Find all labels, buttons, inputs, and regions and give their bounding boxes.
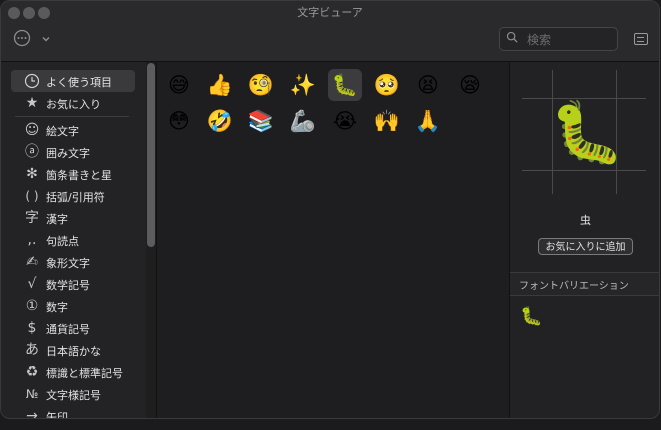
emoji-cell[interactable]: 😅 [162,69,196,101]
emoji-cell[interactable]: 😫 [411,69,445,101]
character-viewer-window: 文字ビューア 検索 よく使う項目 ★ お気に入り ☺ 絵文字 ⓐ 囲み文字 ✻ … [0,0,660,419]
search-icon [506,31,518,43]
sidebar-item-label: よく使う項目 [46,76,112,89]
ellipsis-circle-icon [13,29,31,47]
sidebar-item-enclosed[interactable]: ⓐ 囲み文字 [11,141,135,163]
sidebar-item-bullets-stars[interactable]: ✻ 箇条書きと星 [11,163,135,185]
sidebar-item-digits[interactable]: ① 数字 [11,295,135,317]
sidebar-item-label: 句読点 [46,235,79,248]
sidebar-item-label: お気に入り [46,98,101,111]
category-sidebar: よく使う項目 ★ お気に入り ☺ 絵文字 ⓐ 囲み文字 ✻ 箇条書きと星 ( )… [1,62,146,419]
font-variations-header: フォントバリエーション [510,272,659,296]
sidebar-item-brackets[interactable]: ( ) 括弧/引用符 [11,185,135,207]
emoji-cell[interactable]: 🙌 [370,105,404,137]
sidebar-item-label: 象形文字 [46,257,90,270]
font-variations-label: フォントバリエーション [519,281,629,292]
emoji-grid: 😅 👍 🧐 ✨ 🐛 🥺 😫 😪 😳 🤣 📚 🦾 😭 🙌 🙏 [157,62,509,418]
sidebar-item-favorites[interactable]: ★ お気に入り [11,92,135,114]
keyboard-viewer-icon[interactable] [634,33,648,45]
character-name: 虫 [580,214,591,227]
sidebar-item-japanese-kana[interactable]: あ 日本語かな [11,339,135,361]
sidebar-item-label: 日本語かな [46,345,101,358]
emoji-cell[interactable]: 👍 [203,69,237,101]
sidebar-item-pictographs[interactable]: ✍ 象形文字 [11,251,135,273]
character-detail-pane: 🐛 虫 お気に入りに追加 フォントバリエーション 🐛 [510,62,659,418]
emoji-cell[interactable]: 🦾 [286,105,320,137]
circled-a-icon: ⓐ [25,144,39,160]
chevron-down-icon[interactable] [41,32,51,48]
search-field[interactable]: 検索 [499,27,618,51]
sidebar-item-label: 通貨記号 [46,323,90,336]
emoji-cell[interactable]: 🥺 [370,69,404,101]
dollar-icon: $ [27,320,37,336]
parentheses-icon: ( ) [25,189,39,203]
sidebar-item-label: 括弧/引用符 [46,191,105,204]
emoji-cell[interactable]: 😪 [453,69,487,101]
sidebar-item-label: 標識と標準記号 [46,367,123,380]
selected-glyph: 🐛 [549,98,625,168]
sidebar-item-signs-symbols[interactable]: ♻ 標識と標準記号 [11,361,135,383]
emoji-cell[interactable]: 🙏 [411,105,445,137]
recycle-icon: ♻ [25,364,39,380]
sidebar-item-label: 絵文字 [46,125,79,138]
emoji-cell[interactable]: 😭 [328,105,362,137]
sidebar-item-label: 矢印 [46,411,68,419]
sqrt-icon: √ [27,276,37,292]
pictograph-icon: ✍ [26,254,38,270]
add-to-favorites-button[interactable]: お気に入りに追加 [538,238,633,255]
sidebar-item-label: 箇条書きと星 [46,169,112,182]
numero-icon: № [25,387,39,401]
emoji-cell[interactable]: 🧐 [244,69,278,101]
hiragana-icon: あ [25,342,39,358]
sidebar-item-label: 囲み文字 [46,147,90,160]
smiley-icon: ☺ [24,122,40,138]
arrow-icon: → [26,408,38,419]
emoji-cell[interactable]: 🤣 [203,105,237,137]
sidebar-item-currency[interactable]: $ 通貨記号 [11,317,135,339]
emoji-cell[interactable]: ✨ [286,69,320,101]
star-icon: ★ [25,95,39,111]
sidebar-item-frequently-used[interactable]: よく使う項目 [11,70,135,92]
kanji-icon: 字 [25,210,39,226]
sidebar-item-label: 数学記号 [46,279,90,292]
sidebar-item-arrows[interactable]: → 矢印 [11,405,135,419]
sidebar-scrollbar[interactable] [147,63,155,247]
font-variation-glyph[interactable]: 🐛 [520,306,542,327]
sidebar-item-label: 数字 [46,301,68,314]
asterisk-icon: ✻ [26,166,38,182]
emoji-cell-selected[interactable]: 🐛 [328,69,362,101]
sidebar-item-math[interactable]: √ 数学記号 [11,273,135,295]
title-bar: 文字ビューア 検索 [1,1,659,62]
glyph-preview: 🐛 [522,70,646,194]
window-title: 文字ビューア [297,6,363,19]
sidebar-separator [15,116,129,117]
action-menu-button[interactable] [13,29,31,51]
sidebar-item-emoji[interactable]: ☺ 絵文字 [11,119,135,141]
emoji-cell[interactable]: 😳 [162,105,196,137]
emoji-cell[interactable]: 📚 [244,105,278,137]
sidebar-item-label: 漢字 [46,213,68,226]
sidebar-item-letterlike[interactable]: № 文字様記号 [11,383,135,405]
search-placeholder: 検索 [527,33,552,47]
sidebar-item-kanji[interactable]: 字 漢字 [11,207,135,229]
sidebar-item-label: 文字様記号 [46,389,101,402]
sidebar-item-punctuation[interactable]: ,. 句読点 [11,229,135,251]
circled-one-icon: ① [25,298,39,314]
punctuation-icon: ,. [27,232,37,248]
clock-icon [21,70,43,92]
